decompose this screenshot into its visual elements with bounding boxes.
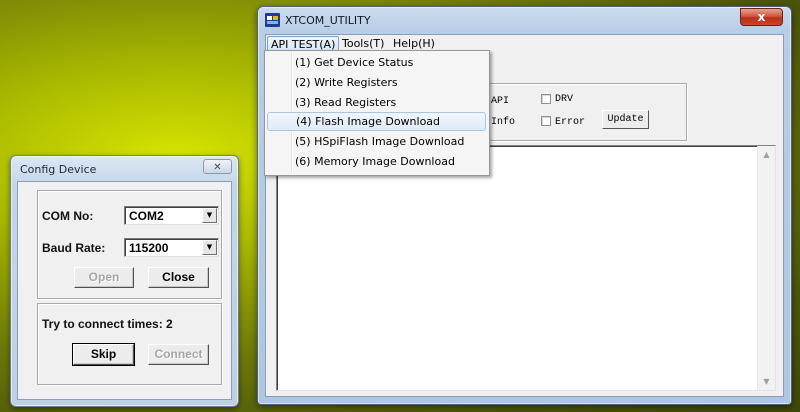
close-port-button[interactable]: Close xyxy=(148,267,209,288)
chevron-down-icon[interactable]: ▼ xyxy=(202,240,217,255)
menu-item-get-device-status[interactable]: (1) Get Device Status xyxy=(267,53,486,72)
com-no-value: COM2 xyxy=(129,209,164,223)
menu-item-write-registers[interactable]: (2) Write Registers xyxy=(267,73,486,92)
dialog-close-button[interactable]: ✕ xyxy=(203,159,232,174)
info-option-label: Info xyxy=(491,117,516,128)
log-options-group xyxy=(484,83,687,141)
vertical-scrollbar[interactable]: ▲ ▼ xyxy=(757,146,775,390)
dialog-title: Config Device xyxy=(20,163,97,176)
menu-item-memory-image-download[interactable]: (6) Memory Image Download xyxy=(267,152,486,171)
menu-item-hspiflash-image-download[interactable]: (5) HSpiFlash Image Download xyxy=(267,132,486,151)
app-icon xyxy=(265,13,280,27)
baud-rate-label: Baud Rate: xyxy=(42,241,106,255)
dialog-client-area: COM No: COM2 ▼ Baud Rate: 115200 ▼ Open … xyxy=(17,181,232,400)
com-no-label: COM No: xyxy=(42,209,94,223)
config-device-dialog: Config Device ✕ COM No: COM2 ▼ Baud Rate… xyxy=(10,155,239,407)
log-output-area[interactable]: ▲ ▼ xyxy=(276,145,776,391)
skip-button[interactable]: Skip xyxy=(72,343,135,366)
error-checkbox[interactable] xyxy=(541,116,551,126)
menu-item-flash-image-download[interactable]: (4) Flash Image Download xyxy=(267,112,486,131)
error-option-label: Error xyxy=(555,117,586,128)
api-option-label: API xyxy=(491,96,510,107)
baud-rate-select[interactable]: 115200 ▼ xyxy=(124,238,219,257)
drv-checkbox[interactable] xyxy=(541,94,551,104)
window-title: XTCOM_UTILITY xyxy=(285,14,371,27)
menu-item-read-registers[interactable]: (3) Read Registers xyxy=(267,93,486,112)
connect-attempts-text: Try to connect times: 2 xyxy=(42,317,173,331)
scroll-down-icon[interactable]: ▼ xyxy=(758,373,775,390)
baud-rate-value: 115200 xyxy=(129,241,169,255)
drv-option-label: DRV xyxy=(555,94,574,105)
scroll-up-icon[interactable]: ▲ xyxy=(758,146,775,163)
api-test-dropdown-menu: (1) Get Device Status (2) Write Register… xyxy=(264,50,490,176)
chevron-down-icon[interactable]: ▼ xyxy=(202,208,217,223)
com-no-select[interactable]: COM2 ▼ xyxy=(124,206,219,225)
update-button[interactable]: Update xyxy=(602,110,649,129)
connect-button[interactable]: Connect xyxy=(148,344,209,365)
window-close-button[interactable]: x xyxy=(740,8,783,26)
open-button[interactable]: Open xyxy=(74,267,134,288)
